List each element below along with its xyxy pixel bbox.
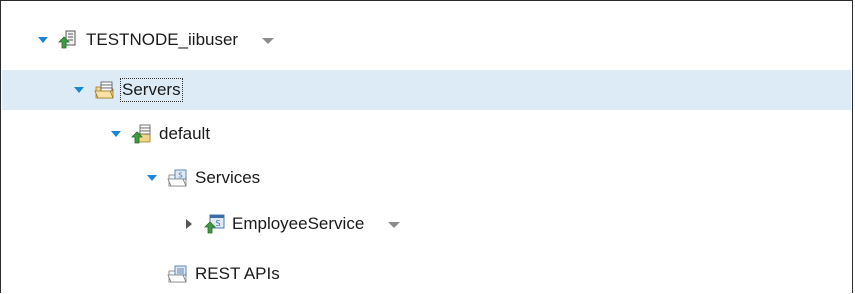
tree-row-rest-apis[interactable]: REST APIs [2,254,851,294]
tree-label-default: default [159,124,211,143]
integration-node-icon [58,29,80,51]
node-context-menu-arrow-icon[interactable] [260,35,276,45]
servers-folder-icon [94,79,116,101]
service-icon: S [204,213,226,235]
tree-row-default[interactable]: default [2,114,851,154]
svg-text:S: S [178,172,183,180]
services-folder-icon: S [167,167,189,189]
tree-row-testnode[interactable]: TESTNODE_iibuser [2,20,851,60]
tree-row-employee-service[interactable]: S EmployeeService [2,204,851,244]
tree-row-services[interactable]: S Services [2,158,851,198]
expanded-twisty-icon[interactable] [36,33,50,47]
tree-label-servers: Servers [120,78,183,102]
collapsed-twisty-icon[interactable] [182,217,196,231]
navigator-tree: TESTNODE_iibuser Servers default S Servi… [0,0,853,293]
tree-label-testnode: TESTNODE_iibuser [86,30,239,49]
svg-text:S: S [215,219,220,228]
integration-server-icon [131,123,153,145]
tree-row-servers[interactable]: Servers [2,70,851,110]
tree-label-services: Services [195,168,261,187]
expanded-twisty-icon[interactable] [72,83,86,97]
expanded-twisty-icon[interactable] [145,171,159,185]
rest-apis-folder-icon [167,263,189,285]
expanded-twisty-icon[interactable] [109,127,123,141]
service-context-menu-arrow-icon[interactable] [386,219,402,229]
tree-label-employee-service: EmployeeService [232,214,365,233]
tree-label-rest-apis: REST APIs [195,264,280,283]
